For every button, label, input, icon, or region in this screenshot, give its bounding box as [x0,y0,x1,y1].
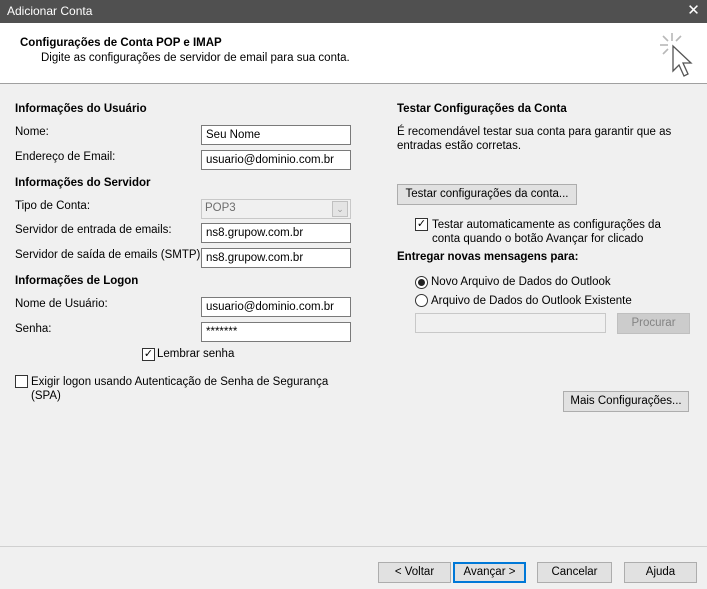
remember-password-label: Lembrar senha [157,348,235,360]
email-label: Endereço de Email: [15,151,116,163]
cancel-button[interactable]: Cancelar [537,562,612,583]
incoming-server-input[interactable]: ns8.grupow.com.br [201,223,351,243]
remember-password-checkbox[interactable]: ✓ [142,348,155,361]
test-settings-description: É recomendável testar sua conta para gar… [397,126,672,152]
account-type-label: Tipo de Conta: [15,200,91,212]
username-input[interactable]: usuario@dominio.com.br [201,297,351,317]
next-button[interactable]: Avançar > [453,562,526,583]
auto-test-label: Testar automaticamente as configurações … [432,219,661,245]
logon-info-heading: Informações de Logon [15,275,139,287]
delivery-heading: Entregar novas mensagens para: [397,251,579,263]
cursor-click-icon [660,33,693,77]
name-label: Nome: [15,126,49,138]
more-settings-button[interactable]: Mais Configurações... [563,391,689,412]
auto-test-checkbox[interactable]: ✓ [415,218,428,231]
chevron-down-icon: ⌄ [332,201,348,217]
close-icon[interactable]: ✕ [680,0,707,23]
spa-checkbox[interactable] [15,375,28,388]
name-input[interactable]: Seu Nome [201,125,351,145]
check-icon: ✓ [416,218,427,230]
test-account-button[interactable]: Testar configurações da conta... [397,184,577,205]
browse-button: Procurar [617,313,690,334]
new-data-file-label: Novo Arquivo de Dados do Outlook [431,276,611,288]
radio-dot [418,279,425,286]
wizard-header: Configurações de Conta POP e IMAP Digite… [0,23,707,84]
incoming-server-label: Servidor de entrada de emails: [15,224,172,236]
page-subtitle: Digite as configurações de servidor de e… [41,52,350,64]
help-button[interactable]: Ajuda [624,562,697,583]
page-title: Configurações de Conta POP e IMAP [20,37,222,49]
outgoing-server-label: Servidor de saída de emails (SMTP): [15,249,204,261]
title-bar: Adicionar Conta ✕ [0,0,707,23]
server-info-heading: Informações do Servidor [15,177,151,189]
back-button[interactable]: < Voltar [378,562,451,583]
user-info-heading: Informações do Usuário [15,103,147,115]
footer-divider [0,546,707,547]
spa-label: Exigir logon usando Autenticação de Senh… [31,376,329,402]
email-input[interactable]: usuario@dominio.com.br [201,150,351,170]
outgoing-server-input[interactable]: ns8.grupow.com.br [201,248,351,268]
new-data-file-radio[interactable] [415,276,428,289]
check-icon: ✓ [143,348,154,360]
existing-data-file-path [415,313,606,333]
test-settings-heading: Testar Configurações da Conta [397,103,567,115]
account-type-select: POP3 ⌄ [201,199,351,219]
existing-data-file-radio[interactable] [415,294,428,307]
password-label: Senha: [15,323,52,335]
window-title: Adicionar Conta [7,4,93,18]
account-type-value: POP3 [205,202,236,214]
existing-data-file-label: Arquivo de Dados do Outlook Existente [431,295,632,307]
username-label: Nome de Usuário: [15,298,108,310]
password-input[interactable]: ******* [201,322,351,342]
